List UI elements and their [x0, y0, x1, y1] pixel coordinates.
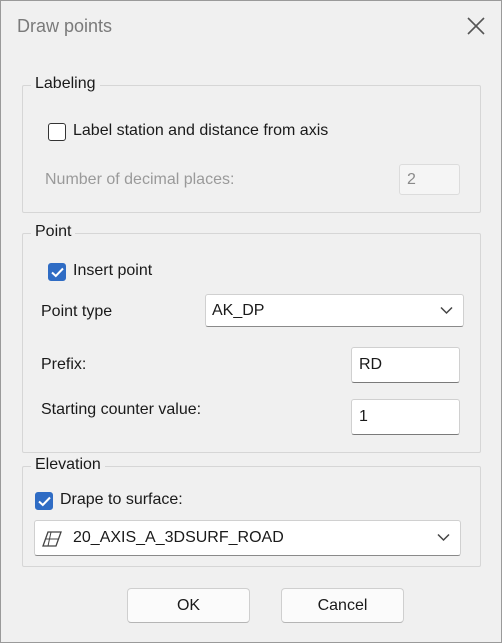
surface-icon: [42, 531, 62, 547]
surface-value: 20_AXIS_A_3DSURF_ROAD: [73, 529, 284, 546]
point-type-label: Point type: [41, 303, 113, 320]
insert-point-label: Insert point: [73, 262, 153, 279]
labeling-legend: Labeling: [31, 75, 100, 93]
insert-point-checkbox[interactable]: [48, 263, 66, 281]
title-bar: Draw points: [1, 1, 501, 53]
close-icon: [467, 17, 485, 35]
point-type-value: AK_DP: [212, 301, 265, 319]
window-title: Draw points: [17, 16, 113, 36]
starting-counter-field[interactable]: 1: [351, 399, 460, 435]
decimal-places-field: 2: [399, 164, 460, 195]
checkmark-icon: [38, 496, 51, 507]
checkmark-icon: [51, 267, 64, 278]
ok-button[interactable]: OK: [127, 588, 250, 623]
prefix-label: Prefix:: [41, 356, 87, 373]
decimal-places-label: Number of decimal places:: [45, 171, 235, 188]
starting-counter-value: 1: [359, 408, 368, 425]
close-button[interactable]: [465, 15, 487, 37]
drape-label: Drape to surface:: [60, 491, 183, 508]
drape-checkbox[interactable]: [35, 492, 53, 510]
chevron-down-icon: [440, 306, 453, 314]
prefix-field[interactable]: RD: [351, 347, 460, 383]
elevation-legend: Elevation: [31, 456, 105, 474]
decimal-places-value: 2: [407, 170, 416, 188]
draw-points-dialog: Draw points Labeling Label station and d…: [0, 0, 502, 643]
point-type-select[interactable]: AK_DP: [205, 294, 464, 327]
chevron-down-icon: [437, 533, 450, 542]
label-station-checkbox[interactable]: [48, 123, 66, 141]
point-legend: Point: [31, 223, 76, 241]
surface-select[interactable]: 20_AXIS_A_3DSURF_ROAD: [34, 520, 461, 556]
cancel-button[interactable]: Cancel: [281, 588, 404, 623]
prefix-value: RD: [359, 356, 383, 373]
label-station-label: Label station and distance from axis: [73, 122, 329, 139]
starting-counter-label: Starting counter value:: [41, 401, 202, 418]
